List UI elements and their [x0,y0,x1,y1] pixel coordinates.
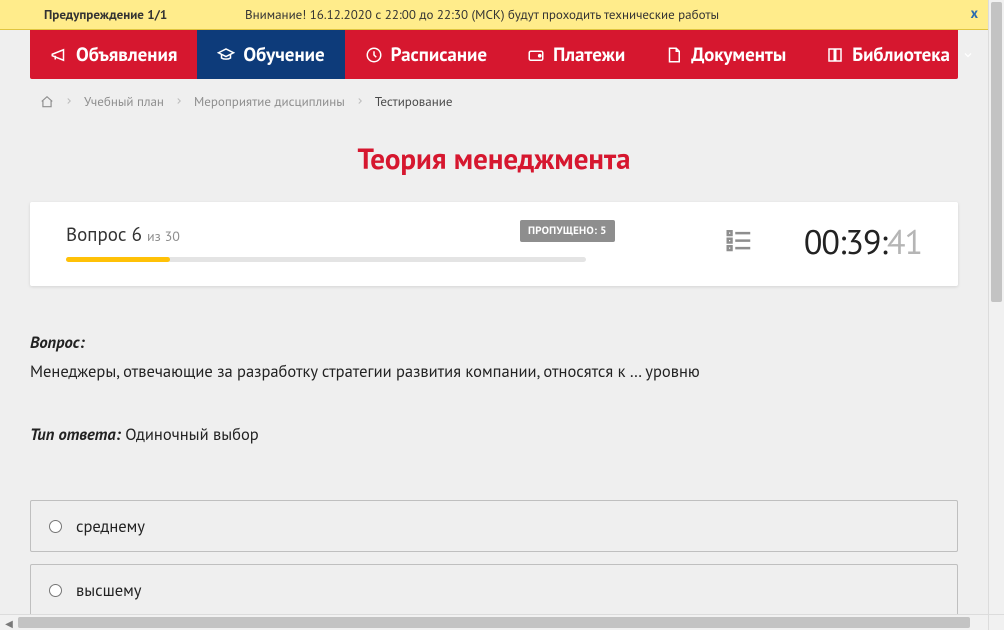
breadcrumb: Учебный план Мероприятие дисциплины Тест… [0,79,988,110]
breadcrumb-link[interactable]: Учебный план [84,93,164,110]
horizontal-scrollbar-thumb[interactable] [18,617,970,628]
nav-item-library[interactable]: Библиотека [806,30,988,79]
skipped-badge: ПРОПУЩЕНО: 5 [520,220,615,242]
answer-options: среднему высшему [0,500,988,614]
chevron-right-icon [174,93,184,110]
main-nav: Объявления Обучение Расписание [30,30,958,79]
scrollbar-corner [988,614,1004,630]
warning-bar: Предупреждение 1/1 Внимание! 16.12.2020 … [0,0,988,30]
answer-option[interactable]: среднему [30,500,958,552]
breadcrumb-link[interactable]: Мероприятие дисциплины [194,93,345,110]
book-icon [826,46,844,64]
question-progress-bar [66,257,586,262]
doc-icon [665,46,683,64]
question-list-icon[interactable] [724,225,754,260]
page-title: Теория менеджмента [0,140,988,178]
nav-label: Обучение [243,43,324,67]
home-icon[interactable] [40,95,54,109]
nav-label: Расписание [391,43,487,67]
nav-label: Документы [691,43,786,67]
breadcrumb-current: Тестирование [375,93,453,110]
nav-item-learning[interactable]: Обучение [197,30,344,79]
answer-option[interactable]: высшему [30,564,958,614]
nav-item-announcements[interactable]: Объявления [30,30,197,79]
nav-label: Платежи [553,43,625,67]
grad-cap-icon [217,46,235,64]
timer: 00:39:41 [804,220,922,264]
nav-item-documents[interactable]: Документы [645,30,806,79]
nav-item-schedule[interactable]: Расписание [345,30,507,79]
question-header-card: Вопрос 6 из 30 ПРОПУЩЕНО: 5 [30,202,958,286]
horizontal-scrollbar[interactable]: ◀ ▶ [0,614,1004,630]
question-progress-fill [66,257,170,262]
chevron-down-icon [962,43,974,67]
nav-item-payments[interactable]: Платежи [507,30,645,79]
chevron-right-icon [355,93,365,110]
megaphone-icon [50,46,68,64]
warning-close-button[interactable]: x [971,4,978,22]
scroll-left-arrow-icon[interactable]: ◀ [2,616,16,630]
warning-message: Внимание! 16.12.2020 с 22:00 до 22:30 (М… [245,6,988,23]
answer-type: Тип ответа: Одиночный выбор [30,422,958,447]
wallet-icon [527,46,545,64]
answer-option-label: высшему [76,579,141,601]
question-label: Вопрос: [30,330,958,355]
answer-option-label: среднему [76,515,145,537]
nav-label: Объявления [76,43,177,67]
question-text: Менеджеры, отвечающие за разработку стра… [30,359,958,384]
answer-radio[interactable] [49,520,62,533]
clock-icon [365,46,383,64]
nav-label: Библиотека [852,43,950,67]
chevron-right-icon [64,93,74,110]
warning-title: Предупреждение 1/1 [0,6,245,23]
vertical-scrollbar-thumb[interactable] [991,2,1002,302]
vertical-scrollbar[interactable] [988,0,1004,614]
answer-radio[interactable] [49,584,62,597]
